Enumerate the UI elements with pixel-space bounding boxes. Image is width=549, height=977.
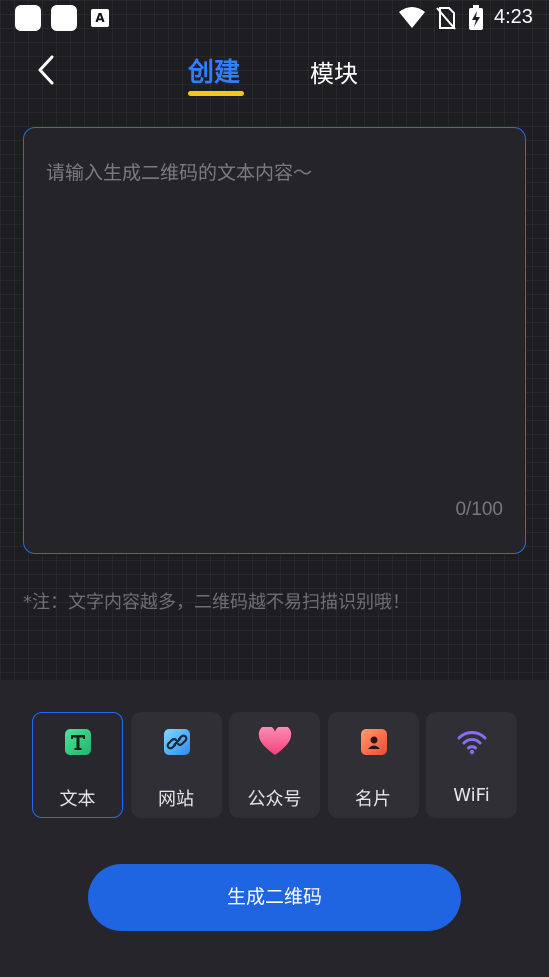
type-official-account-label: 公众号: [247, 789, 302, 810]
type-text-button[interactable]: 文本: [32, 712, 123, 818]
type-website-label: 网站: [158, 789, 194, 810]
type-business-card-button[interactable]: 名片: [327, 712, 419, 818]
link-icon: [163, 729, 190, 755]
type-business-card-label: 名片: [355, 789, 391, 810]
font-notification-icon: A: [91, 9, 109, 27]
type-official-account-button[interactable]: 公众号: [229, 712, 320, 818]
char-counter: 0/100: [455, 499, 503, 520]
contact-card-icon: [360, 729, 387, 755]
chevron-left-icon: [38, 55, 54, 85]
wifi-icon: [457, 731, 487, 755]
wifi-signal-icon: [399, 7, 425, 28]
back-button[interactable]: [30, 50, 64, 90]
qr-text-input[interactable]: [46, 158, 506, 488]
qr-type-selector: 文本 网站 公众号 名片 WiFi: [32, 712, 518, 818]
clock: 4:23: [494, 6, 533, 28]
text-input-box: 0/100: [23, 127, 526, 554]
heart-icon: [258, 727, 292, 755]
type-wifi-button[interactable]: WiFi: [426, 712, 517, 818]
note-text: *注：文字内容越多，二维码越不易扫描识别哦！: [23, 592, 410, 613]
type-text-label: 文本: [59, 789, 96, 810]
tab-module[interactable]: 模块: [310, 54, 358, 89]
tab-create[interactable]: 创建: [188, 52, 240, 89]
battery-charging-icon: [469, 5, 483, 30]
app-notification-icon: [15, 5, 41, 31]
type-wifi-label: WiFi: [453, 785, 490, 806]
no-sim-icon: [436, 7, 456, 30]
status-bar: A 4:23: [0, 0, 549, 38]
active-tab-indicator: [188, 91, 244, 96]
text-t-icon: [65, 729, 91, 755]
app-notification-icon: [51, 5, 77, 31]
generate-qr-button[interactable]: 生成二维码: [88, 864, 461, 931]
type-website-button[interactable]: 网站: [130, 712, 222, 818]
